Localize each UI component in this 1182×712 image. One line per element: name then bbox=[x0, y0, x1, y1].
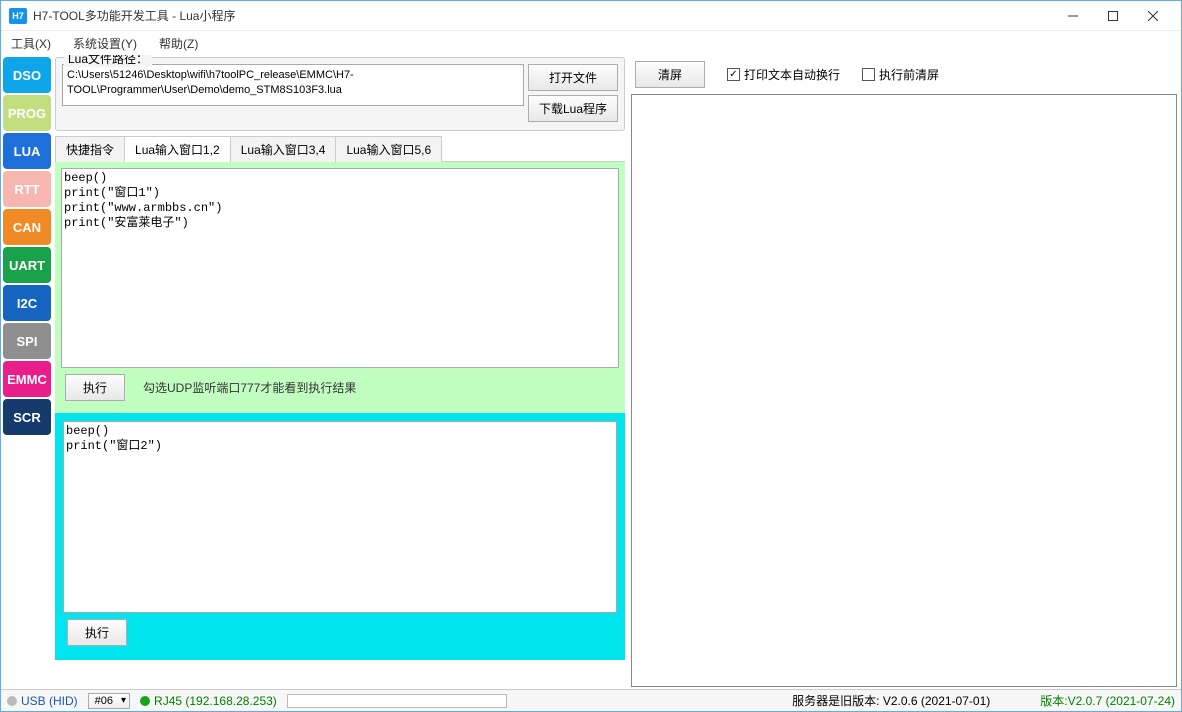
progress-bar bbox=[287, 694, 507, 708]
sidebar-item-uart[interactable]: UART bbox=[3, 247, 51, 283]
sidebar-item-rtt[interactable]: RTT bbox=[3, 171, 51, 207]
rj45-status-dot bbox=[140, 696, 150, 706]
menu-help[interactable]: 帮助(Z) bbox=[155, 33, 202, 54]
menu-tools[interactable]: 工具(X) bbox=[7, 33, 55, 54]
sidebar-item-spi[interactable]: SPI bbox=[3, 323, 51, 359]
tab-lua-12[interactable]: Lua输入窗口1,2 bbox=[124, 136, 231, 162]
wrap-checkbox-wrap[interactable]: ✓ 打印文本自动换行 bbox=[727, 66, 840, 83]
client-version-label: 版本:V2.0.7 (2021-07-24) bbox=[1040, 692, 1175, 709]
execute-button-1[interactable]: 执行 bbox=[65, 374, 125, 401]
sidebar-item-dso[interactable]: DSO bbox=[3, 57, 51, 93]
sidebar-item-emmc[interactable]: EMMC bbox=[3, 361, 51, 397]
output-textarea[interactable] bbox=[631, 94, 1177, 687]
code-panel-1: 执行 勾选UDP监听端口777才能看到执行结果 bbox=[55, 162, 625, 413]
menu-system-settings[interactable]: 系统设置(Y) bbox=[69, 33, 141, 54]
statusbar: USB (HID) #06 RJ45 (192.168.28.253) 服务器是… bbox=[1, 689, 1181, 711]
wrap-checkbox-label: 打印文本自动换行 bbox=[744, 66, 840, 83]
tab-lua-34[interactable]: Lua输入窗口3,4 bbox=[230, 136, 337, 162]
sidebar-item-prog[interactable]: PROG bbox=[3, 95, 51, 131]
lua-path-group: Lua文件路径： 打开文件 下载Lua程序 bbox=[55, 57, 625, 131]
minimize-button[interactable] bbox=[1053, 2, 1093, 30]
left-pane: Lua文件路径： 打开文件 下载Lua程序 快捷指令 Lua输入窗口1,2 Lu… bbox=[55, 57, 625, 687]
open-file-button[interactable]: 打开文件 bbox=[528, 64, 618, 91]
wrap-checkbox[interactable]: ✓ bbox=[727, 68, 740, 81]
menubar: 工具(X) 系统设置(Y) 帮助(Z) bbox=[1, 31, 1181, 55]
right-pane: 清屏 ✓ 打印文本自动换行 执行前清屏 bbox=[631, 57, 1177, 687]
code-input-1[interactable] bbox=[61, 168, 619, 368]
window-title: H7-TOOL多功能开发工具 - Lua小程序 bbox=[33, 7, 1053, 24]
download-lua-button[interactable]: 下载Lua程序 bbox=[528, 95, 618, 122]
lua-path-input[interactable] bbox=[62, 64, 524, 106]
sidebar-item-can[interactable]: CAN bbox=[3, 209, 51, 245]
usb-status-dot bbox=[7, 696, 17, 706]
udp-hint: 勾选UDP监听端口777才能看到执行结果 bbox=[143, 379, 356, 396]
execute-button-2[interactable]: 执行 bbox=[67, 619, 127, 646]
rj45-status-label: RJ45 (192.168.28.253) bbox=[154, 694, 277, 708]
sidebar-item-i2c[interactable]: I2C bbox=[3, 285, 51, 321]
sidebar-item-scr[interactable]: SCR bbox=[3, 399, 51, 435]
maximize-button[interactable] bbox=[1093, 2, 1133, 30]
code-input-2[interactable] bbox=[63, 421, 617, 613]
server-version-label: 服务器是旧版本: V2.0.6 (2021-07-01) bbox=[792, 692, 990, 709]
titlebar: H7 H7-TOOL多功能开发工具 - Lua小程序 bbox=[1, 1, 1181, 31]
preclear-checkbox[interactable] bbox=[862, 68, 875, 81]
usb-status-label: USB (HID) bbox=[21, 694, 78, 708]
preclear-checkbox-wrap[interactable]: 执行前清屏 bbox=[862, 66, 939, 83]
device-index-combo[interactable]: #06 bbox=[88, 693, 130, 709]
tabs: 快捷指令 Lua输入窗口1,2 Lua输入窗口3,4 Lua输入窗口5,6 bbox=[55, 135, 625, 162]
preclear-checkbox-label: 执行前清屏 bbox=[879, 66, 939, 83]
code-panel-2: 执行 bbox=[55, 413, 625, 660]
clear-output-button[interactable]: 清屏 bbox=[635, 61, 705, 88]
close-button[interactable] bbox=[1133, 2, 1173, 30]
sidebar-item-lua[interactable]: LUA bbox=[3, 133, 51, 169]
output-toolbar: 清屏 ✓ 打印文本自动换行 执行前清屏 bbox=[631, 57, 1177, 94]
tab-lua-56[interactable]: Lua输入窗口5,6 bbox=[335, 136, 442, 162]
app-icon: H7 bbox=[9, 8, 27, 24]
tab-quick-cmd[interactable]: 快捷指令 bbox=[55, 136, 125, 162]
sidebar: DSOPROGLUARTTCANUARTI2CSPIEMMCSCR bbox=[1, 55, 53, 689]
lua-path-label: Lua文件路径： bbox=[64, 55, 152, 67]
